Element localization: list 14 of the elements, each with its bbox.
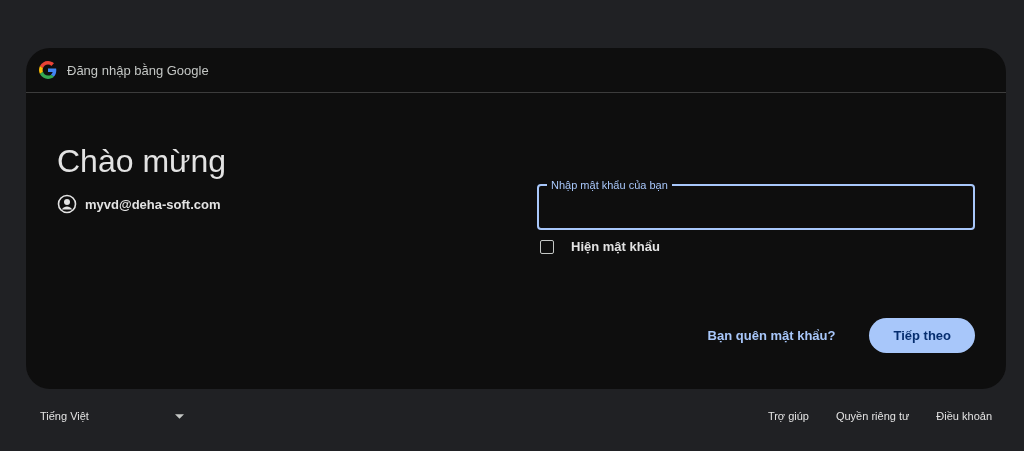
footer-link[interactable]: Điều khoản <box>936 410 992 422</box>
next-button[interactable]: Tiếp theo <box>869 318 975 353</box>
footer-link[interactable]: Trợ giúp <box>767 410 809 422</box>
account-email: myvd@deha-soft.com <box>85 196 221 212</box>
welcome-title: Chào mừng <box>57 143 228 180</box>
account-icon <box>57 194 77 214</box>
show-password-label[interactable]: Hiện mật khẩu <box>571 239 660 254</box>
forgot-password-link[interactable]: Bạn quên mật khẩu? <box>707 328 836 343</box>
language-select[interactable]: Tiếng Việt <box>40 410 184 422</box>
header-title: Đăng nhập bằng Google <box>67 62 209 78</box>
footer-link[interactable]: Quyền riêng tư <box>835 410 910 422</box>
google-logo-icon <box>39 61 57 79</box>
show-password-checkbox[interactable] <box>540 239 554 254</box>
caret-icon <box>174 413 184 419</box>
